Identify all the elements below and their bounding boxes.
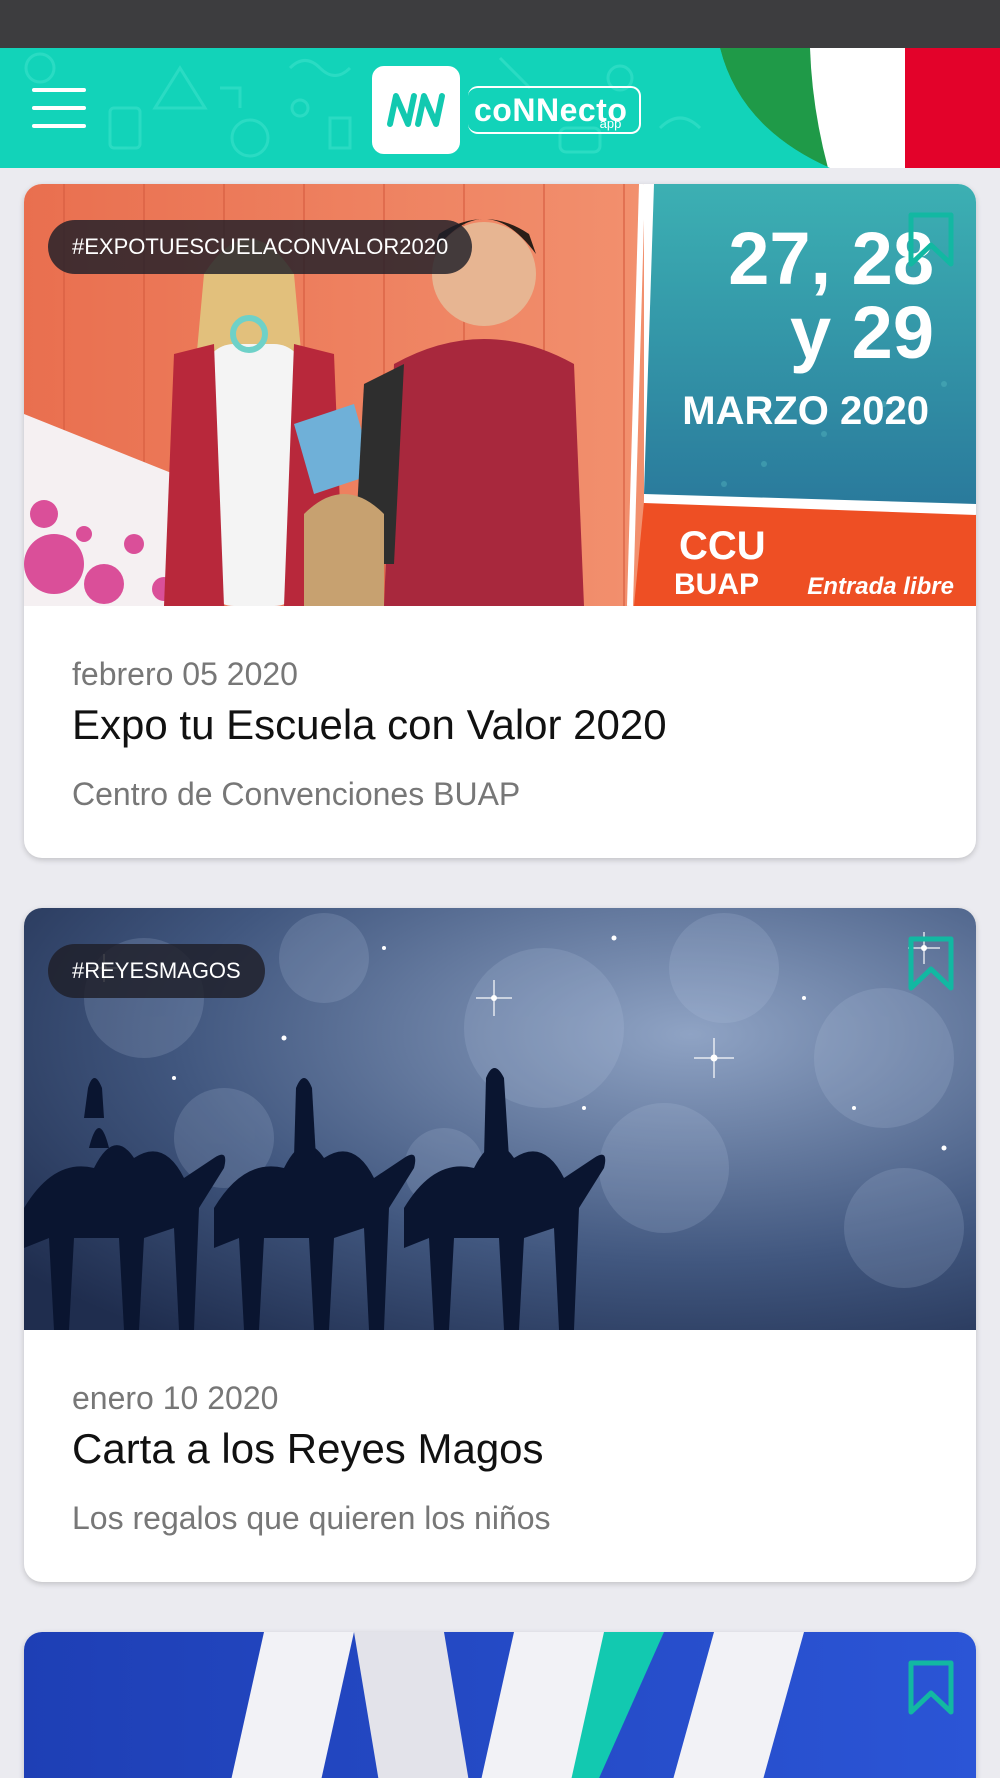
logo-nn-icon xyxy=(387,93,445,127)
menu-button[interactable] xyxy=(32,88,86,128)
event-title[interactable]: Expo tu Escuela con Valor 2020 xyxy=(72,698,928,752)
event-card[interactable]: #REYESMAGOS enero 10 2020 Carta a los Re… xyxy=(24,908,976,1582)
poster-dates-line1: 27, 28 xyxy=(728,217,934,300)
connecto-banner-image xyxy=(24,1632,976,1778)
status-bar xyxy=(0,0,1000,48)
event-date: enero 10 2020 xyxy=(72,1380,279,1416)
event-image: #REYESMAGOS xyxy=(24,908,976,1330)
bookmark-outline-icon[interactable] xyxy=(908,936,954,992)
logo-mark xyxy=(372,66,460,154)
card-body: enero 10 2020 Carta a los Reyes Magos Lo… xyxy=(24,1330,976,1582)
hashtag-chip[interactable]: #EXPOTUESCUELACONVALOR2020 xyxy=(48,220,473,274)
poster-venue-line1: CCU xyxy=(679,524,766,568)
poster-venue-line2: BUAP xyxy=(674,568,759,601)
hashtag-chip[interactable]: #REYESMAGOS xyxy=(48,944,265,998)
event-subtitle: Los regalos que quieren los niños xyxy=(72,1500,551,1536)
card-body: febrero 05 2020 Expo tu Escuela con Valo… xyxy=(24,606,976,858)
event-card[interactable] xyxy=(24,1632,976,1778)
event-card[interactable]: 27, 28 y 29 MARZO 2020 CCU BUAP Entrada … xyxy=(24,184,976,858)
poster-entry: Entrada libre xyxy=(807,573,954,600)
poster-month: MARZO 2020 xyxy=(682,389,929,433)
bookmark-outline-icon[interactable] xyxy=(908,212,954,268)
italy-flag-decoration xyxy=(720,48,1000,168)
app-header: coNNecto app xyxy=(0,48,1000,168)
poster-dates-line2: y 29 xyxy=(790,291,934,374)
event-image xyxy=(24,1632,976,1778)
event-title[interactable]: Carta a los Reyes Magos xyxy=(72,1422,928,1476)
event-image: 27, 28 y 29 MARZO 2020 CCU BUAP Entrada … xyxy=(24,184,976,606)
hamburger-menu-icon xyxy=(32,88,86,92)
event-date: febrero 05 2020 xyxy=(72,656,298,692)
bookmark-outline-icon[interactable] xyxy=(908,1660,954,1716)
event-subtitle: Centro de Convenciones BUAP xyxy=(72,776,521,812)
